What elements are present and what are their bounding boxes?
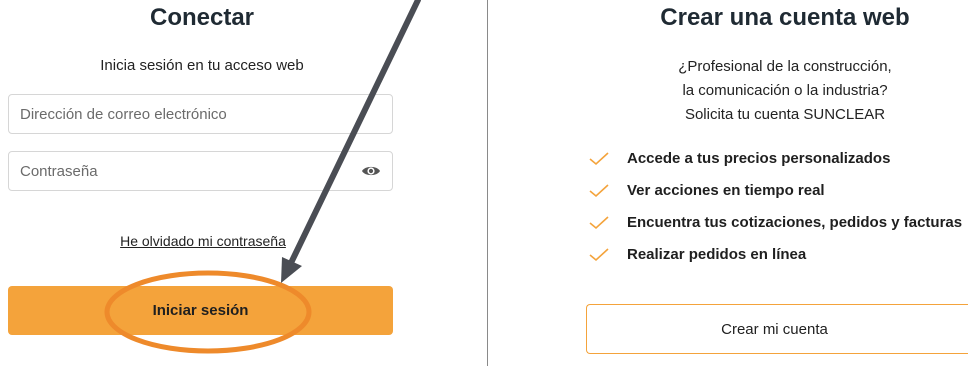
benefit-item: Realizar pedidos en línea (588, 244, 806, 264)
password-field[interactable] (8, 151, 393, 191)
forgot-password-link[interactable]: He olvidado mi contraseña (108, 233, 298, 249)
benefit-label: Realizar pedidos en línea (627, 245, 807, 263)
benefit-item: Accede a tus precios personalizados (588, 148, 890, 168)
check-icon (589, 216, 609, 230)
create-account-button[interactable]: Crear mi cuenta (586, 304, 968, 354)
signup-intro-line: Solicita tu cuenta SUNCLEAR (684, 106, 886, 123)
benefit-item: Ver acciones en tiempo real (588, 180, 825, 200)
check-icon (589, 152, 609, 166)
benefit-item: Encuentra tus cotizaciones, pedidos y fa… (588, 212, 962, 232)
signup-intro-line: ¿Profesional de la construcción, (678, 58, 892, 75)
benefit-label: Ver acciones en tiempo real (627, 181, 825, 199)
login-page: Conectar Inicia sesión en tu acceso web … (0, 0, 968, 366)
check-icon (589, 248, 609, 262)
benefit-label: Accede a tus precios personalizados (627, 149, 891, 167)
login-button[interactable]: Iniciar sesión (8, 286, 393, 335)
panel-divider (487, 0, 488, 366)
email-field[interactable] (8, 94, 393, 134)
login-subtitle: Inicia sesión en tu acceso web (100, 57, 304, 74)
signup-title: Crear una cuenta web (660, 4, 910, 31)
arrow-icon (281, 0, 421, 283)
check-icon (589, 184, 609, 198)
login-title: Conectar (149, 4, 255, 31)
benefit-label: Encuentra tus cotizaciones, pedidos y fa… (627, 213, 963, 231)
signup-intro-line: la comunicación o la industria? (682, 82, 888, 99)
eye-icon[interactable] (361, 163, 381, 179)
